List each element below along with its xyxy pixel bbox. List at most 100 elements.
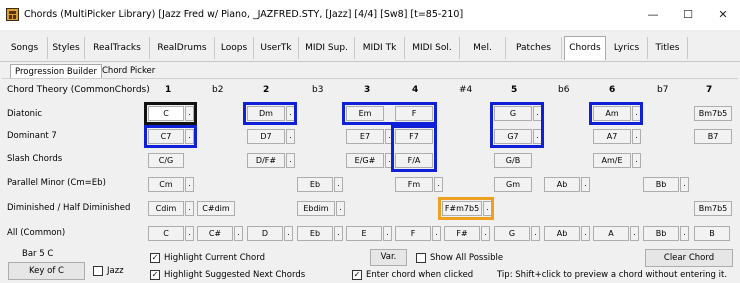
- chord-variant-button[interactable]: .: [533, 106, 542, 121]
- chord-variant-button[interactable]: .: [632, 153, 641, 168]
- tab-mel[interactable]: Mel.: [460, 37, 506, 59]
- chord-variant-button[interactable]: .: [185, 106, 194, 121]
- chord-button-dom7-e7[interactable]: E7: [346, 129, 384, 144]
- chord-variant-button[interactable]: .: [334, 177, 343, 192]
- chord-button-diatonic-g[interactable]: G: [494, 106, 532, 121]
- jazz-checkbox[interactable]: [93, 266, 103, 276]
- chord-variant-button[interactable]: .: [632, 129, 641, 144]
- chord-variant-button[interactable]: .: [185, 129, 194, 144]
- chord-button-dim-csharpdim[interactable]: C#dim: [197, 201, 235, 216]
- chord-button-dom7-a7[interactable]: A7: [593, 129, 631, 144]
- chord-button-dom7-g7[interactable]: G7: [494, 129, 532, 144]
- tab-midi-sol[interactable]: MIDI Sol.: [405, 37, 460, 59]
- chord-button-dom7-b7[interactable]: B7: [694, 129, 732, 144]
- chord-button-diatonic-bm7b5[interactable]: Bm7b5: [694, 106, 732, 121]
- tab-midi-sup[interactable]: MIDI Sup.: [299, 37, 355, 59]
- chord-variant-button[interactable]: .: [630, 226, 639, 241]
- chord-variant-button[interactable]: .: [286, 153, 295, 168]
- chord-button-dim-fsharpm7b5[interactable]: F#m7b5: [442, 201, 482, 216]
- tab-styles[interactable]: Styles: [48, 37, 85, 59]
- chord-variant-button[interactable]: .: [531, 226, 540, 241]
- tab-realtracks[interactable]: RealTracks: [85, 37, 150, 59]
- chord-button-all-csharp[interactable]: C#: [197, 226, 233, 241]
- chord-button-all-g[interactable]: G: [494, 226, 530, 241]
- minimize-button[interactable]: —: [640, 6, 666, 24]
- highlight-current-checkbox[interactable]: ✓: [150, 253, 160, 263]
- chord-variant-button[interactable]: .: [680, 226, 689, 241]
- chord-button-slash-e-gsharp[interactable]: E/G#: [346, 153, 384, 168]
- chord-button-all-f[interactable]: F: [395, 226, 431, 241]
- chord-button-diatonic-c[interactable]: C: [148, 106, 184, 121]
- chord-button-pm-fm[interactable]: Fm: [395, 177, 433, 192]
- chord-variant-button[interactable]: .: [581, 177, 590, 192]
- chord-variant-button[interactable]: .: [434, 177, 443, 192]
- chord-button-dim-ebdim[interactable]: Ebdim: [297, 201, 335, 216]
- clear-chord-button[interactable]: Clear Chord: [645, 249, 733, 267]
- chord-button-slash-am-e[interactable]: Am/E: [593, 153, 631, 168]
- chord-variant-button[interactable]: .: [334, 226, 343, 241]
- chord-button-dom7-d7[interactable]: D7: [247, 129, 285, 144]
- chord-variant-button[interactable]: .: [286, 106, 295, 121]
- chord-button-dim-bm7b5[interactable]: Bm7b5: [694, 201, 732, 216]
- chord-variant-button[interactable]: .: [185, 177, 194, 192]
- chord-button-all-fsharp[interactable]: F#: [444, 226, 480, 241]
- chord-button-pm-cm[interactable]: Cm: [148, 177, 184, 192]
- chord-button-all-c[interactable]: C: [148, 226, 184, 241]
- tab-loops[interactable]: Loops: [215, 37, 254, 59]
- chord-button-pm-gm[interactable]: Gm: [494, 177, 532, 192]
- chord-variant-button[interactable]: .: [234, 226, 243, 241]
- chord-button-slash-c-g[interactable]: C/G: [148, 153, 184, 168]
- chord-button-all-a[interactable]: A: [593, 226, 629, 241]
- chord-button-diatonic-dm[interactable]: Dm: [247, 106, 285, 121]
- chord-variant-button[interactable]: .: [336, 201, 345, 216]
- maximize-button[interactable]: ☐: [675, 6, 701, 24]
- chord-button-pm-ab[interactable]: Ab: [544, 177, 580, 192]
- highlight-suggested-checkbox[interactable]: ✓: [150, 270, 160, 280]
- chord-button-dim-cdim[interactable]: Cdim: [148, 201, 184, 216]
- chord-button-diatonic-em[interactable]: Em: [346, 106, 384, 121]
- show-all-possible-checkbox[interactable]: [416, 253, 426, 263]
- tab-realdrums[interactable]: RealDrums: [150, 37, 215, 59]
- tab-lyrics[interactable]: Lyrics: [606, 37, 648, 59]
- chord-variant-button[interactable]: .: [680, 177, 689, 192]
- chord-button-dom7-f7[interactable]: F7: [395, 129, 433, 144]
- chord-button-pm-bb[interactable]: Bb: [643, 177, 679, 192]
- close-button[interactable]: ✕: [710, 6, 736, 24]
- chord-button-all-b[interactable]: B: [694, 226, 730, 241]
- chord-button-all-ab[interactable]: Ab: [544, 226, 580, 241]
- chord-button-slash-d-fsharp[interactable]: D/F#: [247, 153, 285, 168]
- chord-variant-button[interactable]: .: [286, 129, 295, 144]
- chord-button-diatonic-am[interactable]: Am: [593, 106, 631, 121]
- tab-songs[interactable]: Songs: [2, 37, 48, 59]
- chord-button-slash-f-a[interactable]: F/A: [395, 153, 433, 168]
- chord-variant-button[interactable]: .: [632, 106, 641, 121]
- tab-patches[interactable]: Patches: [506, 37, 562, 59]
- chord-button-all-eb[interactable]: Eb: [297, 226, 333, 241]
- key-of-c-button[interactable]: Key of C: [8, 262, 85, 280]
- chord-variant-button[interactable]: .: [533, 129, 542, 144]
- chord-button-all-d[interactable]: D: [247, 226, 283, 241]
- chord-variant-button[interactable]: .: [185, 201, 194, 216]
- chord-variant-button[interactable]: .: [481, 226, 490, 241]
- tab-titles[interactable]: Titles: [648, 37, 688, 59]
- chord-variant-button[interactable]: .: [284, 226, 293, 241]
- chord-variant-button[interactable]: .: [383, 226, 392, 241]
- chord-button-slash-g-b[interactable]: G/B: [494, 153, 532, 168]
- enter-chord-checkbox[interactable]: ✓: [352, 270, 362, 280]
- chord-variant-button[interactable]: .: [385, 153, 394, 168]
- tab-midi-tk[interactable]: MIDI Tk: [355, 37, 405, 59]
- chord-variant-button[interactable]: .: [185, 226, 194, 241]
- chord-variant-button[interactable]: .: [581, 226, 590, 241]
- tab-chords[interactable]: Chords: [564, 36, 606, 60]
- chord-button-pm-eb[interactable]: Eb: [297, 177, 333, 192]
- chord-variant-button[interactable]: .: [385, 129, 394, 144]
- chord-variant-button[interactable]: .: [432, 226, 441, 241]
- chord-button-dom7-c7[interactable]: C7: [148, 129, 184, 144]
- subtab-chord-picker[interactable]: Chord Picker: [98, 64, 159, 78]
- tab-usertk[interactable]: UserTk: [254, 37, 299, 59]
- chord-button-all-bb[interactable]: Bb: [643, 226, 679, 241]
- chord-button-diatonic-f[interactable]: F: [395, 106, 433, 121]
- subtab-progression-builder[interactable]: Progression Builder: [10, 64, 102, 78]
- chord-variant-button[interactable]: .: [483, 201, 492, 216]
- chord-button-all-e[interactable]: E: [346, 226, 382, 241]
